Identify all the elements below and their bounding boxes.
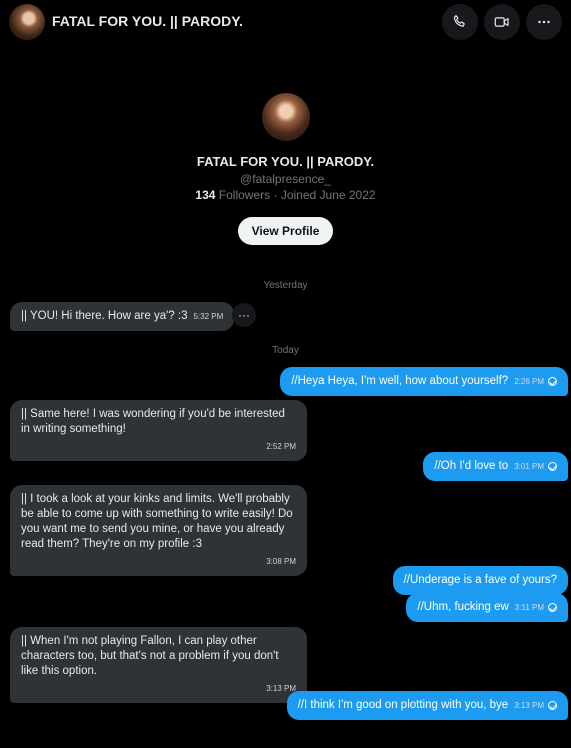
message-text: //I think I'm good on plotting with you,… [297, 699, 509, 711]
message-text: //Oh I'd love to [434, 460, 509, 472]
day-separator-today: Today [272, 345, 299, 356]
message-more-button[interactable]: ··· [232, 303, 256, 327]
message-time: 3:01 PM [514, 462, 544, 471]
message-outgoing[interactable]: //Oh I'd love to 3:01 PM [423, 452, 568, 481]
message-outgoing[interactable]: //I think I'm good on plotting with you,… [286, 691, 568, 720]
view-profile-button[interactable]: View Profile [237, 217, 334, 245]
message-time: 3:13 PM [514, 701, 544, 710]
read-check-icon [548, 603, 557, 612]
conversation-header: FATAL FOR YOU. || PARODY. [0, 0, 571, 44]
message-incoming[interactable]: || Same here! I was wondering if you'd b… [10, 400, 307, 461]
message-time: 3:11 PM [514, 603, 544, 612]
profile-name: FATAL FOR YOU. || PARODY. [196, 154, 375, 169]
profile-summary: FATAL FOR YOU. || PARODY. @fatalpresence… [0, 93, 571, 245]
read-check-icon [548, 462, 557, 471]
message-text: || Same here! I was wondering if you'd b… [21, 408, 285, 435]
more-icon [538, 20, 550, 24]
message-time: 5:32 PM [193, 312, 224, 321]
message-time: 2:52 PM [266, 442, 296, 451]
message-time: 3:13 PM [266, 684, 296, 693]
header-title[interactable]: FATAL FOR YOU. || PARODY. [52, 13, 243, 29]
day-separator-yesterday: Yesterday [263, 280, 308, 291]
message-time: 2:26 PM [514, 377, 544, 386]
message-text: //Underage is a fave of yours? [403, 574, 557, 586]
phone-icon [453, 15, 465, 27]
message-text: //Heya Heya, I'm well, how about yoursel… [291, 375, 509, 387]
video-icon [494, 17, 509, 27]
followers-label: Followers [218, 188, 271, 202]
message-outgoing[interactable]: //Underage is a fave of yours? [392, 566, 568, 595]
followers-count: 134 [195, 188, 216, 202]
message-text: || I took a look at your kinks and limit… [21, 493, 293, 550]
message-incoming[interactable]: || YOU! Hi there. How are ya'? :3 5:32 PM [10, 302, 235, 331]
more-options-button[interactable] [526, 4, 562, 40]
message-outgoing[interactable]: //Uhm, fucking ew 3:11 PM [406, 593, 568, 622]
message-text: //Uhm, fucking ew [417, 601, 509, 613]
message-incoming[interactable]: || I took a look at your kinks and limit… [10, 485, 307, 576]
profile-stats: 134 Followers · Joined June 2022 [0, 188, 571, 202]
more-icon: ··· [238, 308, 250, 322]
message-text: || YOU! Hi there. How are ya'? :3 [21, 310, 188, 322]
header-avatar[interactable] [9, 4, 45, 40]
read-check-icon [548, 377, 557, 386]
message-incoming[interactable]: || When I'm not playing Fallon, I can pl… [10, 627, 307, 703]
call-button[interactable] [442, 4, 478, 40]
profile-avatar[interactable] [261, 93, 310, 141]
message-text: || When I'm not playing Fallon, I can pl… [21, 635, 279, 677]
profile-handle: @fatalpresence_ [240, 172, 331, 186]
video-call-button[interactable] [484, 4, 520, 40]
joined-date: · Joined June 2022 [273, 188, 376, 202]
message-outgoing[interactable]: //Heya Heya, I'm well, how about yoursel… [280, 367, 568, 396]
sent-check-icon [548, 701, 557, 710]
message-time: 3:08 PM [266, 557, 296, 566]
